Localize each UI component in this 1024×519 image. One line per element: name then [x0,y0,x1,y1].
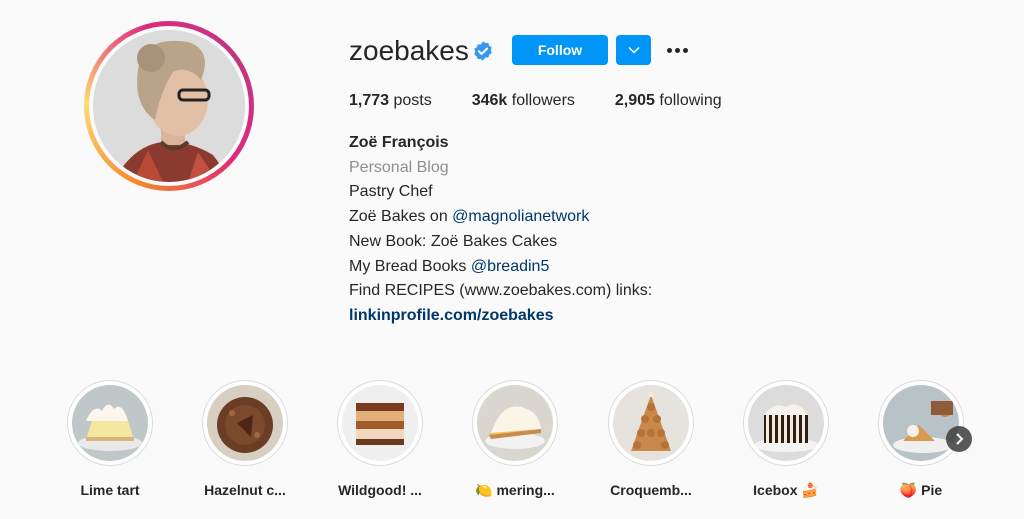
bio-line: New Book: Zoë Bakes Cakes [349,232,558,250]
highlight-ring [608,380,694,466]
verified-badge-icon [474,41,492,61]
follow-button[interactable]: Follow [512,35,608,65]
bio-line: Find RECIPES (www.zoebakes.com) links: [349,282,653,300]
chevron-right-icon [956,433,964,445]
chevron-down-icon [627,46,640,54]
avatar-photo [93,30,245,182]
highlight-ring [743,380,829,466]
full-name: Zoë François [349,134,449,151]
bio-line: Pastry Chef [349,183,433,201]
bio-line-text: Zoë Bakes on [349,208,453,226]
mention-link[interactable]: @breadin5 [471,258,550,275]
highlight-label: Icebox 🍰 [753,482,819,498]
dot-icon [666,47,672,53]
posts-stat: 1,773 posts [349,91,432,111]
following-stat[interactable]: 2,905 following [615,91,722,111]
highlight-label: Wildgood! ... [338,482,422,498]
bio-website-link[interactable]: linkinprofile.com/zoebakes [349,304,652,329]
bio-line-text: My Bread Books [349,257,471,275]
followers-label: followers [507,92,575,109]
profile-avatar[interactable] [84,21,254,191]
more-options-button[interactable] [664,38,690,62]
profile-stats: 1,773 posts 346k followers 2,905 followi… [349,91,762,111]
highlight-ring [337,380,423,466]
dot-icon [682,47,688,53]
highlight-thumbnail [207,385,283,461]
story-highlight[interactable]: Hazelnut c... [195,380,295,498]
highlight-label: Lime tart [80,482,140,498]
highlight-label: 🍑 Pie [899,482,943,498]
suggested-accounts-dropdown-button[interactable] [616,35,651,65]
followers-stat[interactable]: 346k followers [472,91,575,111]
followers-count: 346k [471,92,508,109]
highlight-thumbnail [72,385,148,461]
dot-icon [674,47,680,53]
highlight-thumbnail [613,385,689,461]
highlight-label: Croquemb... [610,482,692,498]
bio-line: Zoë Bakes on @magnolianetwork [349,205,652,230]
highlight-thumbnail [477,385,553,461]
highlight-thumbnail [883,385,959,461]
posts-label: posts [389,92,432,109]
highlight-label: Hazelnut c... [204,482,286,498]
story-highlight[interactable]: Wildgood! ... [330,380,430,498]
highlight-thumbnail [748,385,824,461]
highlight-ring [472,380,558,466]
highlight-ring [67,380,153,466]
highlight-thumbnail [342,385,418,461]
story-highlight[interactable]: Icebox 🍰 [736,380,836,499]
highlight-ring [878,380,964,466]
account-category: Personal Blog [349,158,449,176]
highlight-label: 🍋 mering... [475,482,555,498]
posts-count: 1,773 [349,92,390,109]
avatar-inner-border [89,26,249,186]
highlight-ring [202,380,288,466]
story-highlight[interactable]: 🍋 mering... [465,380,565,499]
following-count: 2,905 [614,92,655,109]
profile-bio: Zoë François Personal Blog Pastry Chef Z… [349,131,652,329]
bio-line: My Bread Books @breadin5 [349,255,652,280]
highlights-next-button[interactable] [946,426,972,452]
mention-link[interactable]: @magnolianetwork [452,208,589,225]
story-highlight[interactable]: Croquemb... [601,380,701,498]
following-label: following [654,92,722,109]
story-highlight[interactable]: Lime tart [60,380,160,498]
profile-username: zoebakes [349,35,469,66]
